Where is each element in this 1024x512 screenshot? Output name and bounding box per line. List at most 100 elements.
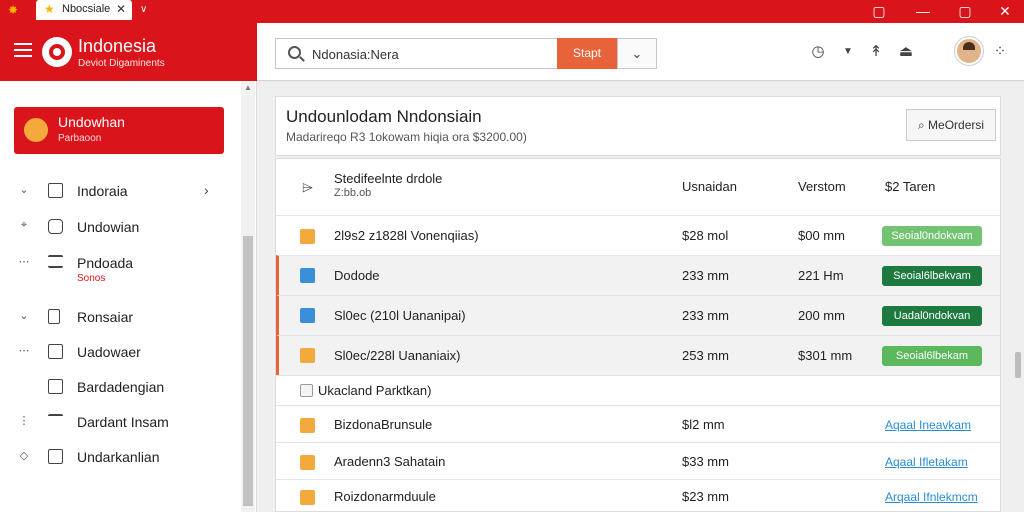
flask-icon[interactable]: ⏏ <box>895 41 917 63</box>
table-row[interactable]: 2l9s2 z1828l Vonenqiias) $28 mol $00 mm … <box>276 215 1000 255</box>
more-icon: ⋯ <box>18 256 30 268</box>
row-col2: $23 mm <box>682 489 729 504</box>
status-badge: Seoial6lbekvam <box>882 266 982 286</box>
chevron-right-icon[interactable]: › <box>204 182 209 198</box>
sidebar-item-label: Pndoada <box>77 255 134 271</box>
status-badge: Seoial0ndokvam <box>882 226 982 246</box>
sidebar-item-label: Ronsaiar <box>77 309 134 325</box>
user-avatar[interactable] <box>955 37 983 65</box>
sidebar-item-undarkanlian[interactable]: ◇ Undarkanlian <box>0 443 240 473</box>
tab-dropdown-icon[interactable]: ∨ <box>140 4 147 15</box>
sidebar-item-sublabel: Sonos <box>77 273 106 284</box>
table-row[interactable]: Aradenn3 Sahatain $33 mm Aqaal Ifletakam <box>276 442 1000 479</box>
list-icon <box>48 414 63 427</box>
file-icon <box>300 229 315 244</box>
sidebar-item-undowian[interactable]: ⌖ Undowian <box>0 213 240 243</box>
sidebar-item-indoraia[interactable]: ⌄ Indoraia › <box>0 177 240 207</box>
expand-icon[interactable]: ⌄ <box>18 309 30 322</box>
sidebar-item-pndoada[interactable]: ⋯ Pndoada Sonos <box>0 249 240 289</box>
table-row[interactable]: Sl0ec (210l Uananipai) 233 mm 200 mm Uad… <box>276 295 1000 335</box>
window-title-bar: ✸ ★ Nbocsiale ✕ ∨ ▢ — ▢ ✕ <box>0 0 1024 23</box>
table-row[interactable]: Sl0ec/228l Uananiaix) 253 mm $301 mm Seo… <box>276 335 1000 375</box>
sidebar-item-label: Indoraia <box>77 183 128 199</box>
lock-icon <box>48 309 60 324</box>
sidebar-item-label: Bardadengian <box>77 379 165 395</box>
settings-icon: ⋮ <box>18 415 30 427</box>
table-section-header: Ukacland Parktkan) <box>276 375 1000 405</box>
file-icon <box>300 490 315 505</box>
scroll-up-icon[interactable]: ▲ <box>244 83 252 92</box>
row-col3: 200 mm <box>798 308 845 323</box>
sidebar-item-bardadengian[interactable]: Bardadengian <box>0 373 240 403</box>
sidebar-card-subtitle: Parbaoon <box>58 133 102 144</box>
section-label: Ukacland Parktkan) <box>318 383 432 398</box>
extension-icon[interactable]: ▢ <box>868 2 890 20</box>
close-window-button[interactable]: ✕ <box>994 2 1016 20</box>
shield-icon <box>48 219 63 234</box>
pin-icon[interactable]: ↟ <box>865 41 887 63</box>
row-col2: $28 mol <box>682 228 729 243</box>
page-title: Undounlodam Nndonsiain <box>286 107 482 126</box>
chevron-down-icon[interactable]: ▼ <box>837 41 859 63</box>
menu-icon[interactable] <box>14 43 32 57</box>
file-icon <box>300 268 315 283</box>
sidebar-item-label: Undarkanlian <box>77 449 160 465</box>
row-name: Sl0ec (210l Uananipai) <box>334 308 466 323</box>
emblem-icon <box>24 118 48 142</box>
status-link[interactable]: Aqaal Ifletakam <box>885 455 968 469</box>
table-row[interactable]: Roizdonarmduule $23 mm Arqaal Ifnlekmcm <box>276 479 1000 512</box>
more-orders-label: MeOrdersi <box>928 118 985 132</box>
row-col2: $l2 mm <box>682 417 725 432</box>
diamond-icon: ◇ <box>19 450 29 462</box>
app-icon: ✸ <box>8 3 19 17</box>
section-icon <box>300 384 313 397</box>
grid-icon[interactable]: ⁘ <box>989 41 1011 63</box>
search-button[interactable]: Stapt <box>557 38 617 69</box>
monitor-icon <box>48 379 63 394</box>
row-col3: $00 mm <box>798 228 845 243</box>
row-name: 2l9s2 z1828l Vonenqiias) <box>334 228 479 243</box>
tab-close-icon[interactable]: ✕ <box>116 2 126 16</box>
row-col2: 233 mm <box>682 268 729 283</box>
sidebar-item-uadowaer[interactable]: ⋯ Uadowaer <box>0 338 240 368</box>
file-icon <box>300 418 315 433</box>
maximize-button[interactable]: ▢ <box>954 2 976 20</box>
sidebar-item-dardant-insam[interactable]: ⋮ Dardant Insam <box>0 408 240 438</box>
browser-tab[interactable]: ★ Nbocsiale ✕ <box>36 0 132 20</box>
pin-icon: ⌖ <box>20 219 28 231</box>
clock-icon[interactable]: ◷ <box>807 41 829 63</box>
top-toolbar: Stapt ⌄ ◷ ▼ ↟ ⏏ ⁘ <box>257 23 1024 81</box>
file-icon <box>300 308 315 323</box>
row-col2: $33 mm <box>682 454 729 469</box>
sidebar-item-label: Uadowaer <box>77 344 141 360</box>
sidebar-active-card[interactable]: Undowhan Parbaoon <box>14 107 224 154</box>
minimize-button[interactable]: — <box>912 2 934 20</box>
sidebar-item-label: Dardant Insam <box>77 414 169 430</box>
status-link[interactable]: Aqaal Ineavkam <box>885 418 971 432</box>
download-icon <box>48 344 63 359</box>
row-name: BizdonaBrunsule <box>334 417 433 432</box>
expand-icon[interactable]: ⌄ <box>18 183 30 196</box>
tab-favicon-icon: ★ <box>44 2 55 16</box>
page-header: Undounlodam Nndonsiain Madarireqo R3 1ok… <box>275 96 1001 156</box>
data-table: ⌲ Stedifeelnte drdole Z:bb.ob Usnaidan V… <box>275 158 1001 512</box>
square-icon <box>48 449 63 464</box>
status-link[interactable]: Arqaal Ifnlekmcm <box>885 490 978 504</box>
table-row[interactable]: BizdonaBrunsule $l2 mm Aqaal Ineavkam <box>276 405 1000 442</box>
app-header: Indonesia Deviot Digaminents <box>0 23 257 81</box>
tab-title: Nbocsiale <box>62 3 111 15</box>
file-icon <box>300 455 315 470</box>
sidebar-scroll-thumb[interactable] <box>243 236 253 506</box>
table-row[interactable]: Dodode 233 mm 221 Hm Seoial6lbekvam <box>276 255 1000 295</box>
sidebar-item-ronsaiar[interactable]: ⌄ Ronsaiar <box>0 303 240 333</box>
row-name: Sl0ec/228l Uananiaix) <box>334 348 461 363</box>
search-options-dropdown[interactable]: ⌄ <box>617 38 657 69</box>
app-title: Indonesia <box>78 36 157 56</box>
app-subtitle: Deviot Digaminents <box>78 58 165 69</box>
more-orders-button[interactable]: ⌕ MeOrdersi <box>906 109 996 141</box>
status-badge: Uadal0ndokvan <box>882 306 982 326</box>
sidebar-scrollbar[interactable]: ▲ <box>241 81 255 512</box>
main-scrollbar-thumb[interactable] <box>1015 352 1021 378</box>
search-input[interactable] <box>312 45 552 63</box>
search-box <box>275 38 557 69</box>
